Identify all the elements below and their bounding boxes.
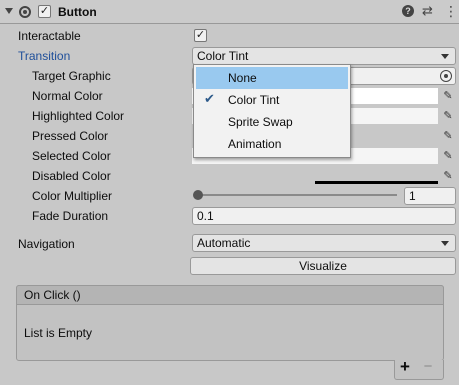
eyedropper-icon[interactable]: ✎ (441, 169, 455, 183)
eyedropper-icon[interactable]: ✎ (441, 129, 455, 143)
dropdown-item-label: Animation (228, 137, 282, 151)
remove-item-button[interactable]: − (420, 358, 436, 376)
help-icon[interactable]: ? (402, 5, 414, 17)
foldout-arrow-icon[interactable] (5, 8, 13, 14)
target-graphic-label: Target Graphic (32, 69, 111, 83)
eyedropper-icon[interactable]: ✎ (441, 89, 455, 103)
chevron-down-icon (441, 54, 449, 59)
navigation-value: Automatic (197, 236, 251, 250)
disabled-color-swatch[interactable] (192, 168, 438, 184)
dropdown-item-none[interactable]: None (196, 67, 348, 89)
dropdown-item-label: None (228, 71, 257, 85)
eyedropper-icon[interactable]: ✎ (441, 109, 455, 123)
navigation-dropdown[interactable]: Automatic (192, 234, 456, 252)
color-multiplier-slider-track[interactable] (197, 194, 397, 196)
presets-icon[interactable]: ⇄ (422, 3, 433, 19)
transition-label: Transition (18, 49, 71, 63)
component-enabled-checkbox[interactable]: ✓ (38, 5, 51, 18)
transition-dropdown-menu: None ✔ Color Tint Sprite Swap Animation (193, 64, 351, 158)
fade-duration-input[interactable]: 0.1 (192, 207, 456, 225)
navigation-label: Navigation (18, 237, 75, 251)
color-multiplier-input[interactable]: 1 (404, 187, 456, 205)
dropdown-item-sprite-swap[interactable]: Sprite Swap (196, 111, 348, 133)
more-icon[interactable]: ⋮ (444, 2, 458, 20)
dropdown-item-label: Color Tint (228, 93, 280, 107)
visualize-button[interactable]: Visualize (190, 257, 456, 275)
object-picker-icon[interactable] (440, 70, 452, 82)
highlighted-color-label: Highlighted Color (32, 109, 125, 123)
disabled-color-label: Disabled Color (32, 169, 111, 183)
chevron-down-icon (441, 241, 449, 246)
add-item-button[interactable]: + (397, 358, 413, 376)
on-click-header: On Click () (16, 285, 444, 305)
color-multiplier-slider-handle[interactable] (193, 190, 203, 200)
color-multiplier-label: Color Multiplier (32, 189, 113, 203)
dropdown-item-color-tint[interactable]: ✔ Color Tint (196, 89, 348, 111)
component-type-icon (19, 6, 31, 18)
interactable-checkbox[interactable]: ✓ (194, 29, 207, 42)
pressed-color-label: Pressed Color (32, 129, 109, 143)
normal-color-label: Normal Color (32, 89, 103, 103)
on-click-title: On Click () (24, 288, 81, 302)
dropdown-item-animation[interactable]: Animation (196, 133, 348, 155)
interactable-label: Interactable (18, 29, 81, 43)
fade-duration-label: Fade Duration (32, 209, 109, 223)
selected-color-label: Selected Color (32, 149, 111, 163)
eyedropper-icon[interactable]: ✎ (441, 149, 455, 163)
on-click-empty-text: List is Empty (24, 326, 93, 340)
transition-value: Color Tint (197, 49, 249, 63)
checkmark-icon: ✔ (204, 91, 215, 106)
transition-dropdown[interactable]: Color Tint (192, 47, 456, 65)
component-title: Button (58, 5, 97, 19)
dropdown-item-label: Sprite Swap (228, 115, 293, 129)
